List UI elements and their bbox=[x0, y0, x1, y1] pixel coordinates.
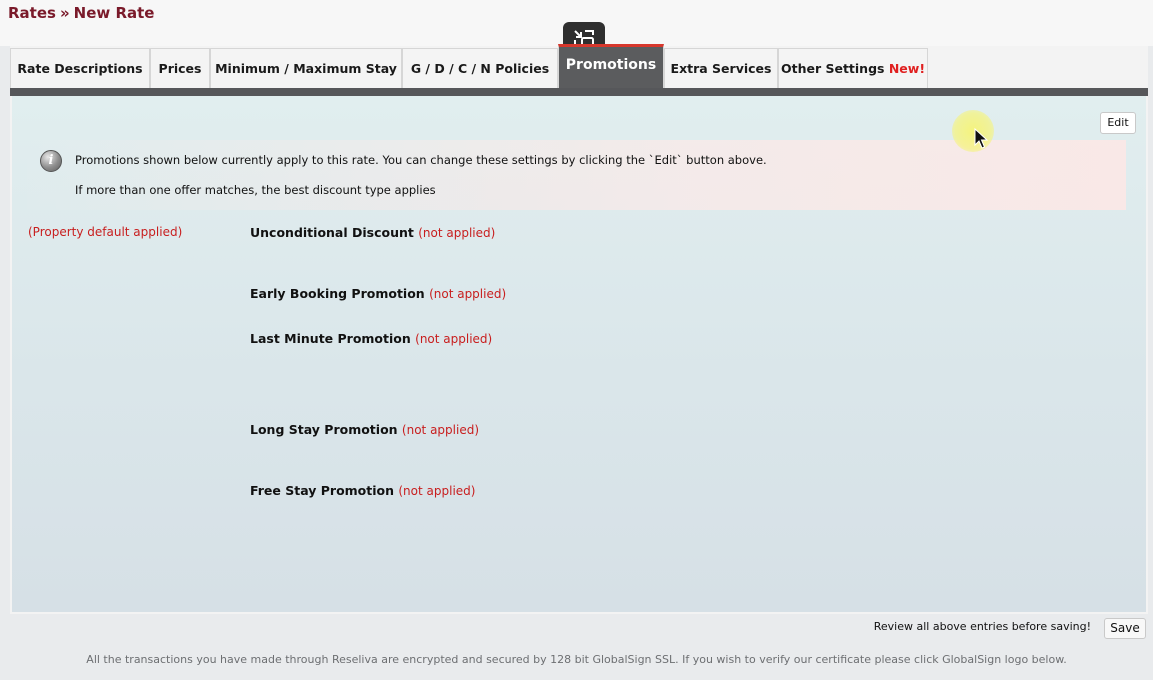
tab-minimum-maximum-stay[interactable]: Minimum / Maximum Stay bbox=[210, 48, 402, 88]
tab-divider bbox=[10, 88, 1148, 96]
breadcrumb-current: New Rate bbox=[74, 4, 155, 22]
edit-button[interactable]: Edit bbox=[1100, 112, 1136, 134]
promotion-name: Free Stay Promotion bbox=[250, 483, 394, 498]
review-warning: Review all above entries before saving! bbox=[874, 620, 1091, 633]
promotion-free-stay: Free Stay Promotion (not applied) bbox=[250, 483, 475, 498]
promotion-name: Last Minute Promotion bbox=[250, 331, 411, 346]
promotion-last-minute: Last Minute Promotion (not applied) bbox=[250, 331, 492, 346]
tab-rate-descriptions[interactable]: Rate Descriptions bbox=[10, 48, 150, 88]
info-subtext: If more than one offer matches, the best… bbox=[75, 183, 436, 197]
tab-prices[interactable]: Prices bbox=[150, 48, 210, 88]
promotion-long-stay: Long Stay Promotion (not applied) bbox=[250, 422, 479, 437]
info-highlight bbox=[12, 140, 1126, 210]
breadcrumb: Rates»New Rate bbox=[8, 4, 154, 22]
footer-ssl-notice: All the transactions you have made throu… bbox=[0, 653, 1153, 666]
promotion-status: (not applied) bbox=[429, 287, 506, 301]
new-badge: New! bbox=[889, 61, 925, 76]
tab-other-settings[interactable]: Other Settings New! bbox=[778, 48, 928, 88]
promotion-status: (not applied) bbox=[418, 226, 495, 240]
tab-policies[interactable]: G / D / C / N Policies bbox=[402, 48, 558, 88]
promotions-content: Edit i Promotions shown below currently … bbox=[12, 96, 1146, 612]
breadcrumb-separator: » bbox=[60, 4, 70, 22]
promotion-unconditional-discount: Unconditional Discount (not applied) bbox=[250, 225, 495, 240]
save-button[interactable]: Save bbox=[1104, 618, 1146, 639]
tab-label: Rate Descriptions bbox=[17, 61, 142, 76]
mouse-cursor-icon bbox=[974, 128, 988, 150]
promotion-name: Unconditional Discount bbox=[250, 225, 414, 240]
info-icon: i bbox=[40, 150, 62, 172]
promotion-status: (not applied) bbox=[398, 484, 475, 498]
breadcrumb-rates[interactable]: Rates bbox=[8, 4, 56, 22]
promotion-status: (not applied) bbox=[415, 332, 492, 346]
promotion-name: Long Stay Promotion bbox=[250, 422, 398, 437]
tab-label: Prices bbox=[159, 61, 202, 76]
promotion-early-booking: Early Booking Promotion (not applied) bbox=[250, 286, 506, 301]
property-default-note: (Property default applied) bbox=[28, 225, 182, 239]
promotion-name: Early Booking Promotion bbox=[250, 286, 425, 301]
tab-label: Promotions bbox=[566, 57, 656, 73]
tab-promotions[interactable]: Promotions bbox=[558, 44, 664, 88]
tab-label: G / D / C / N Policies bbox=[411, 61, 549, 76]
tab-extra-services[interactable]: Extra Services bbox=[664, 48, 778, 88]
tab-label: Other Settings bbox=[781, 61, 885, 76]
tab-bar: Rate Descriptions Prices Minimum / Maxim… bbox=[10, 48, 938, 88]
tab-label: Extra Services bbox=[671, 61, 772, 76]
tab-label: Minimum / Maximum Stay bbox=[215, 61, 397, 76]
info-text: Promotions shown below currently apply t… bbox=[75, 153, 767, 167]
info-message: i Promotions shown below currently apply… bbox=[12, 140, 1126, 210]
promotion-status: (not applied) bbox=[402, 423, 479, 437]
